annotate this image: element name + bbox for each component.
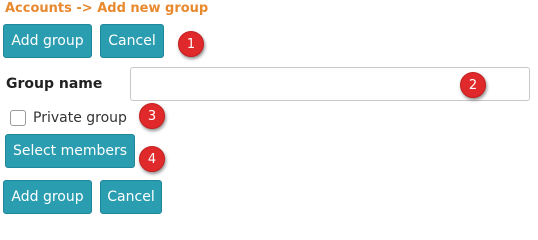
callout-marker-2: 2 xyxy=(460,72,486,98)
add-group-button-bottom[interactable]: Add group xyxy=(3,180,92,214)
callout-marker-1: 1 xyxy=(178,31,204,57)
group-name-label: Group name xyxy=(6,76,103,92)
callout-marker-3: 3 xyxy=(139,103,165,129)
private-group-label[interactable]: Private group xyxy=(33,110,127,126)
select-members-button[interactable]: Select members xyxy=(5,134,135,168)
cancel-button-top[interactable]: Cancel xyxy=(100,24,164,58)
breadcrumb: Accounts -> Add new group xyxy=(5,1,209,16)
private-group-checkbox[interactable] xyxy=(10,110,26,126)
callout-marker-4: 4 xyxy=(139,146,165,172)
private-group-row[interactable]: Private group xyxy=(10,108,127,128)
add-group-button-top[interactable]: Add group xyxy=(3,24,92,58)
cancel-button-bottom[interactable]: Cancel xyxy=(100,180,162,214)
